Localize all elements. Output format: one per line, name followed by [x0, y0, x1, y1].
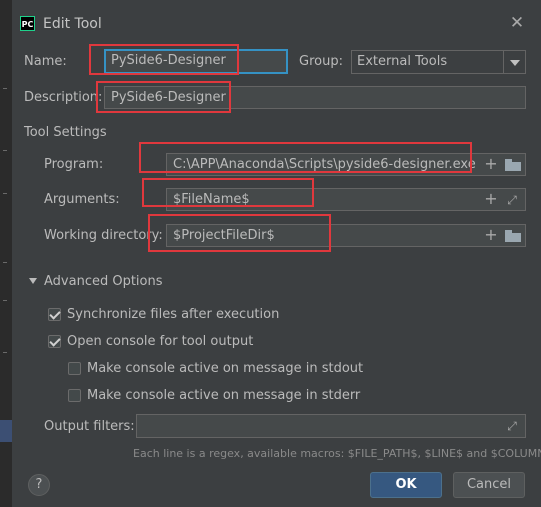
- working-directory-label: Working directory:: [44, 228, 163, 243]
- background-ide-strip: [0, 0, 12, 507]
- name-label: Name:: [24, 54, 67, 69]
- description-label: Description:: [24, 90, 103, 105]
- stdout-active-checkbox[interactable]: [68, 362, 81, 375]
- sync-files-checkbox[interactable]: [48, 308, 61, 321]
- advanced-options-heading[interactable]: Advanced Options: [44, 274, 163, 289]
- open-console-label[interactable]: Open console for tool output: [67, 334, 253, 349]
- cancel-button[interactable]: Cancel: [453, 472, 525, 498]
- group-label: Group:: [299, 54, 343, 69]
- dialog-title: Edit Tool: [43, 16, 102, 32]
- output-filters-input[interactable]: [136, 414, 526, 438]
- plus-icon[interactable]: +: [483, 191, 499, 207]
- description-input[interactable]: PySide6-Designer: [104, 86, 526, 109]
- close-icon[interactable]: ✕: [508, 14, 526, 32]
- collapse-triangle-icon[interactable]: [29, 278, 37, 284]
- expand-icon[interactable]: ⤢: [505, 193, 519, 207]
- stdout-active-label[interactable]: Make console active on message in stdout: [87, 361, 363, 376]
- name-input[interactable]: PySide6-Designer: [104, 49, 288, 74]
- working-directory-input[interactable]: $ProjectFileDir$: [166, 224, 526, 247]
- group-select-value: External Tools: [357, 54, 448, 69]
- folder-icon[interactable]: [505, 159, 521, 171]
- program-label: Program:: [44, 157, 104, 172]
- group-select[interactable]: External Tools: [351, 50, 526, 74]
- arguments-label: Arguments:: [44, 192, 120, 207]
- output-filters-label: Output filters:: [44, 419, 135, 434]
- folder-icon[interactable]: [505, 230, 521, 242]
- program-input[interactable]: C:\APP\Anaconda\Scripts\pyside6-designer…: [166, 153, 526, 176]
- expand-icon[interactable]: ⤢: [505, 419, 519, 433]
- stderr-active-checkbox[interactable]: [68, 389, 81, 402]
- arguments-input[interactable]: $FileName$: [166, 188, 526, 211]
- sync-files-label[interactable]: Synchronize files after execution: [67, 307, 279, 322]
- help-icon[interactable]: ?: [28, 474, 50, 496]
- output-filters-hint: Each line is a regex, available macros: …: [133, 447, 541, 460]
- app-icon: PC: [20, 16, 35, 31]
- ok-button[interactable]: OK: [370, 472, 442, 498]
- tool-settings-heading: Tool Settings: [24, 125, 107, 140]
- stderr-active-label[interactable]: Make console active on message in stderr: [87, 388, 360, 403]
- plus-icon[interactable]: +: [483, 227, 499, 243]
- dropdown-arrow-icon[interactable]: [503, 51, 525, 73]
- plus-icon[interactable]: +: [483, 156, 499, 172]
- open-console-checkbox[interactable]: [48, 335, 61, 348]
